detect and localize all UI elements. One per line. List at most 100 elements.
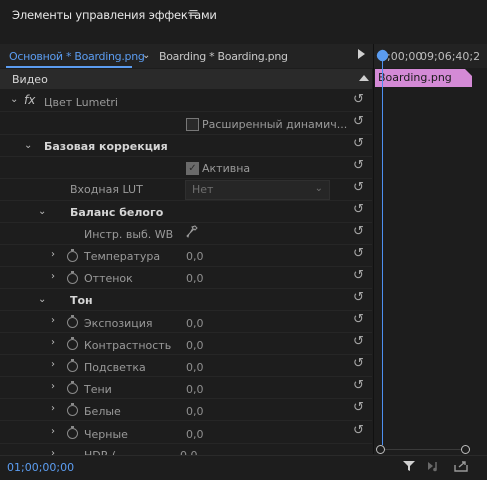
expand-wb-icon[interactable]: ⌄ [38, 206, 46, 217]
timeline-end-timecode: 09;06;40;2 [420, 50, 481, 63]
playhead-line[interactable] [382, 55, 383, 445]
row-divider [0, 111, 372, 112]
audio-loop-icon[interactable] [427, 460, 441, 472]
expand-contrast-icon[interactable]: › [51, 337, 55, 348]
panel-title: Элементы управления эффектами [12, 8, 217, 22]
row-divider [0, 420, 372, 421]
expand-exposure-icon[interactable]: › [51, 315, 55, 326]
effect-name: Цвет Lumetri [44, 96, 118, 109]
expand-lumetri-icon[interactable]: ⌄ [10, 94, 18, 105]
white-balance-label: Баланс белого [70, 206, 164, 219]
stopwatch-icon[interactable] [67, 249, 78, 262]
stopwatch-icon[interactable] [67, 381, 78, 394]
reset-tint-icon[interactable]: ↺ [353, 268, 364, 283]
shadows-label: Тени [84, 383, 112, 396]
reset-shadows-icon[interactable]: ↺ [353, 378, 364, 393]
stopwatch-icon[interactable] [67, 359, 78, 372]
scroll-left-handle[interactable] [376, 445, 385, 454]
row-divider [0, 332, 372, 333]
highlights-value[interactable]: 0,0 [186, 361, 204, 374]
advanced-label: Расширенный динамич... [202, 118, 348, 131]
scroll-right-handle[interactable] [461, 445, 470, 454]
reset-whites-icon[interactable]: ↺ [353, 400, 364, 415]
stopwatch-icon[interactable] [67, 403, 78, 416]
whites-value[interactable]: 0,0 [186, 405, 204, 418]
tab-active-underline [6, 66, 132, 68]
reset-temperature-icon[interactable]: ↺ [353, 246, 364, 261]
row-divider [0, 354, 372, 355]
stopwatch-icon[interactable] [67, 337, 78, 350]
whites-label: Белые [84, 405, 121, 418]
play-only-audio-icon[interactable] [358, 49, 365, 59]
eyedropper-icon[interactable] [186, 225, 198, 239]
export-icon[interactable] [453, 459, 469, 473]
clip-end-notch [465, 69, 472, 76]
exposure-value[interactable]: 0,0 [186, 317, 204, 330]
row-divider [0, 310, 372, 311]
expand-temperature-icon[interactable]: › [51, 249, 55, 260]
reset-blacks-icon[interactable]: ↺ [353, 423, 364, 438]
reset-highlights-icon[interactable]: ↺ [353, 356, 364, 371]
timeline-scrollbar[interactable] [380, 449, 466, 450]
panel-divider[interactable] [373, 44, 374, 454]
expand-shadows-icon[interactable]: › [51, 381, 55, 392]
active-label: Активна [202, 162, 251, 175]
contrast-label: Контрастность [84, 339, 172, 352]
sequence-dropdown-chevron-icon[interactable]: ⌄ [142, 50, 150, 61]
reset-active-icon[interactable]: ↺ [353, 158, 364, 173]
reset-tone-icon[interactable]: ↺ [353, 290, 364, 305]
contrast-value[interactable]: 0,0 [186, 339, 204, 352]
expand-basic-icon[interactable]: ⌄ [24, 140, 32, 151]
stopwatch-icon[interactable] [67, 315, 78, 328]
reset-lumetri-icon[interactable]: ↺ [353, 92, 364, 107]
stopwatch-icon[interactable] [67, 426, 78, 439]
row-divider [0, 244, 372, 245]
filter-icon[interactable] [402, 459, 416, 473]
temperature-label: Температура [84, 250, 161, 263]
reset-wb-picker-icon[interactable]: ↺ [353, 224, 364, 239]
row-divider [0, 200, 372, 201]
reset-advanced-icon[interactable]: ↺ [353, 114, 364, 129]
timeline-clip[interactable]: Boarding.png [375, 69, 472, 87]
advanced-checkbox[interactable] [186, 118, 199, 131]
expand-tint-icon[interactable]: › [51, 271, 55, 282]
row-divider [0, 222, 372, 223]
input-lut-value: Нет [192, 183, 214, 196]
fx-icon[interactable]: fx [24, 93, 35, 107]
panel-menu-icon[interactable]: ≡ [188, 6, 199, 21]
row-divider [0, 134, 372, 135]
row-divider [0, 443, 372, 444]
input-lut-dropdown[interactable]: Нет ⌄ [185, 180, 330, 200]
tab-master-clip[interactable]: Основной * Boarding.png [9, 50, 145, 63]
reset-contrast-icon[interactable]: ↺ [353, 334, 364, 349]
input-lut-label: Входная LUT [70, 183, 143, 196]
reset-basic-icon[interactable]: ↺ [353, 136, 364, 151]
row-divider [0, 156, 372, 157]
expand-whites-icon[interactable]: › [51, 403, 55, 414]
dropdown-chevron-icon: ⌄ [314, 183, 323, 194]
expand-tone-icon[interactable]: ⌄ [38, 294, 46, 305]
row-divider [0, 288, 372, 289]
reset-lut-icon[interactable]: ↺ [353, 180, 364, 195]
tint-value[interactable]: 0,0 [186, 272, 204, 285]
video-section-header [0, 69, 372, 89]
reset-exposure-icon[interactable]: ↺ [353, 312, 364, 327]
highlights-label: Подсветка [84, 361, 146, 374]
tint-label: Оттенок [84, 272, 133, 285]
clip-label: Boarding.png [378, 71, 452, 84]
stopwatch-icon[interactable] [67, 271, 78, 284]
reset-wb-icon[interactable]: ↺ [353, 202, 364, 217]
shadows-value[interactable]: 0,0 [186, 383, 204, 396]
row-divider [0, 398, 372, 399]
tab-sequence-clip[interactable]: Boarding * Boarding.png [159, 50, 288, 63]
timeline-start-timecode: ;00;00 [387, 50, 423, 63]
current-timecode[interactable]: 01;00;00;00 [7, 461, 74, 474]
collapse-section-icon[interactable] [359, 75, 369, 81]
exposure-label: Экспозиция [84, 317, 153, 330]
temperature-value[interactable]: 0,0 [186, 250, 204, 263]
expand-blacks-icon[interactable]: › [51, 426, 55, 437]
expand-highlights-icon[interactable]: › [51, 359, 55, 370]
row-divider [0, 376, 372, 377]
active-checkbox[interactable]: ✓ [186, 162, 199, 175]
blacks-value[interactable]: 0,0 [186, 428, 204, 441]
